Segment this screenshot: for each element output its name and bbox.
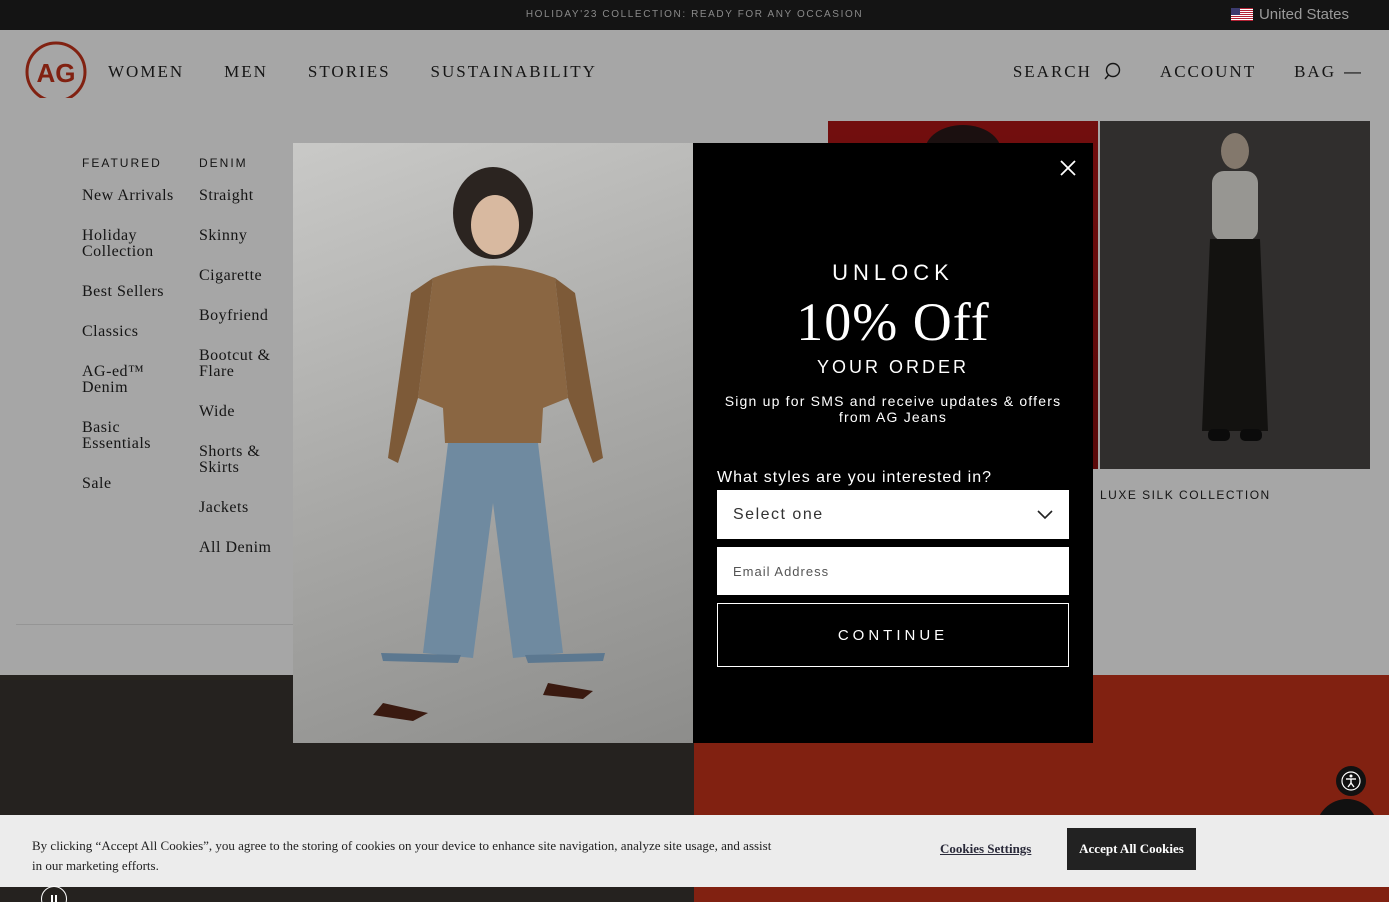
modal-eyebrow: UNLOCK [832,260,954,285]
model-jacket-jeans-image [373,167,605,721]
email-field[interactable] [717,547,1069,595]
promo-text[interactable]: HOLIDAY'23 COLLECTION: READY FOR ANY OCC… [0,9,1389,20]
cookie-banner: By clicking “Accept All Cookies”, you ag… [0,815,1389,887]
modal-subhead: YOUR ORDER [816,357,969,377]
accessibility-icon [1341,771,1361,791]
close-icon[interactable] [1057,157,1079,179]
cookie-text: By clicking “Accept All Cookies”, you ag… [32,838,772,873]
modal-headline: 10% Off [796,292,990,352]
continue-button[interactable]: CONTINUE [717,603,1069,667]
promo-bar: HOLIDAY'23 COLLECTION: READY FOR ANY OCC… [0,0,1389,30]
region-label: United States [1258,6,1349,23]
styles-select[interactable]: Select one [717,490,1069,539]
cookies-settings-link[interactable]: Cookies Settings [940,841,1031,857]
styles-question-label: What styles are you interested in? [717,469,993,486]
region-selector[interactable]: United States [1230,6,1349,23]
chevron-down-icon [1037,509,1053,519]
modal-model-image [293,143,693,743]
modal-description: Sign up for SMS and receive updates & of… [724,393,1062,425]
styles-select-value: Select one [733,505,824,523]
accept-all-cookies-button[interactable]: Accept All Cookies [1067,828,1196,870]
us-flag-icon [1230,8,1253,21]
pause-icon [51,895,57,902]
modal-content: UNLOCK 10% Off YOUR ORDER Sign up for SM… [693,143,1093,743]
sms-signup-modal: UNLOCK 10% Off YOUR ORDER Sign up for SM… [293,143,1093,743]
accessibility-button[interactable] [1336,766,1366,796]
